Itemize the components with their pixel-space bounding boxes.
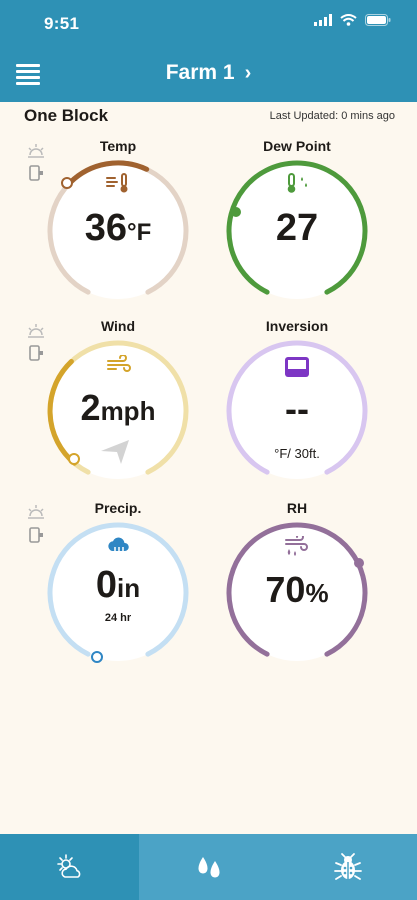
gauge-value: 70% [222, 566, 372, 617]
wifi-icon [340, 14, 357, 26]
block-name: One Block [24, 106, 109, 125]
status-icons [314, 14, 391, 26]
gauge-label: RH [286, 500, 308, 516]
tab-spray[interactable] [139, 834, 278, 900]
chevron-right-icon: › [244, 62, 252, 84]
gauge-value: 0in [43, 562, 193, 611]
gauge-label: Wind [100, 318, 136, 334]
humidity-icon [285, 536, 308, 556]
gauge-label: Inversion [265, 318, 329, 334]
cloud-rain-icon [108, 537, 129, 551]
inversion-unit: °F/ 30ft. [274, 446, 320, 461]
wind-value: 2 [80, 387, 101, 428]
status-time: 9:51 [44, 14, 80, 33]
nav-bar: Farm 1 › [0, 46, 417, 102]
temp-unit: °F [127, 219, 152, 246]
temp-value: 36 [84, 207, 127, 249]
inversion-value: -- [285, 388, 309, 429]
app-header: 9:51 Farm 1 › [0, 0, 417, 102]
precip-value: 0 [95, 564, 118, 606]
battery-icon [365, 14, 391, 26]
temp-gauge[interactable]: Temp 36°F [43, 138, 193, 308]
wind-unit: mph [100, 396, 156, 426]
tab-weather[interactable] [0, 834, 139, 900]
rh-value: 70 [265, 569, 306, 610]
drops-icon [198, 857, 219, 878]
sun-cloud-icon [56, 854, 80, 878]
precip-unit: in [117, 573, 141, 603]
status-bar: 9:51 [0, 0, 417, 46]
dew-point-gauge[interactable]: Dew Point 27 [222, 138, 372, 308]
tab-pests[interactable] [278, 834, 417, 900]
page-title: Farm 1 [165, 61, 235, 84]
inversion-gauge[interactable]: Inversion -- °F/ 30ft. [222, 318, 372, 488]
gauge-value: 36°F [43, 204, 193, 257]
precip-gauge[interactable]: Precip. 0in 24 hr [43, 500, 193, 670]
gauge-label: Dew Point [263, 138, 331, 154]
gauge-label: Precip. [94, 500, 142, 516]
tab-bar [0, 834, 417, 900]
gauge-value: 27 [222, 204, 372, 252]
gauge-label: Temp [99, 138, 137, 154]
wind-icon [107, 355, 131, 372]
dew-point-value: 27 [275, 207, 319, 249]
precip-period: 24 hr [104, 612, 132, 624]
wind-gauge[interactable]: Wind 2mph [43, 318, 193, 488]
block-header: One Block Last Updated: 0 mins ago [24, 106, 395, 130]
farm-selector[interactable]: Farm 1 › [0, 61, 417, 85]
thermometer-drops-icon [287, 173, 307, 193]
bug-icon [333, 853, 362, 880]
thermometer-wind-icon [106, 173, 128, 193]
display-icon [285, 357, 309, 377]
signal-icon [314, 14, 332, 26]
gauge-value: 2mph [43, 384, 193, 435]
last-updated: Last Updated: 0 mins ago [269, 110, 395, 122]
rh-unit: % [305, 578, 329, 608]
rh-gauge[interactable]: RH 70% [222, 500, 372, 670]
